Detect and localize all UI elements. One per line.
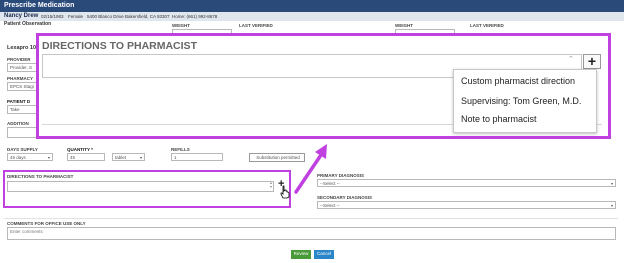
quantity-label: QUANTITY * [67, 147, 93, 152]
patient-dob: 02/15/1983 [41, 14, 64, 19]
comments-input[interactable] [7, 227, 616, 240]
window-title: Prescribe Medication [0, 0, 624, 12]
last-verified-label: LAST VERIFIED [239, 23, 273, 28]
cancel-button[interactable]: Cancel [314, 250, 334, 259]
review-button[interactable]: Review [291, 250, 311, 259]
scroll-arrows-icon[interactable]: ▴ ▾ [270, 181, 272, 189]
plus-icon: + [587, 53, 597, 69]
patient-name: Nancy Drew [4, 13, 39, 19]
quantity-input[interactable]: 45 [67, 153, 105, 161]
menu-item-supervising[interactable]: Supervising: Tom Green, M.D. [461, 96, 581, 106]
secondary-diagnosis-label: SECONDARY DIAGNOSIS [317, 195, 373, 200]
divider [4, 218, 618, 219]
patient-address: 5400 Blanco Drive Bakersfield, CA 93307 [87, 14, 170, 19]
secondary-diagnosis-select[interactable]: --Select -- ▾ [317, 201, 616, 209]
drug-name: Lexapro 10 [7, 45, 37, 51]
pharmacy-field[interactable]: EPCS Stagi [7, 82, 37, 91]
chevron-down-icon: ▾ [47, 155, 50, 160]
days-supply-select[interactable]: 45 days ▾ [7, 153, 53, 161]
chevron-down-icon: ▾ [610, 181, 613, 186]
chevron-up-icon[interactable]: ⌃ [568, 56, 574, 63]
refills-label: REFILLS [171, 147, 190, 152]
days-supply-label: DAYS SUPPLY [7, 147, 38, 152]
unit-value: tablet [115, 155, 127, 160]
directions-input[interactable] [7, 181, 274, 192]
hand-cursor-icon [280, 185, 290, 199]
popup-title: DIRECTIONS TO PHARMACIST [42, 40, 197, 52]
secondary-diagnosis-value: --Select -- [320, 203, 340, 208]
pharmacy-label: PHARMACY [7, 76, 34, 81]
unit-select[interactable]: tablet ▾ [112, 153, 145, 161]
patient-phone: Home: (661) 992-8678 [172, 14, 218, 19]
weight-label-2: WEIGHT [395, 23, 413, 28]
patient-gender: Female [68, 14, 84, 19]
patient-bar: Nancy Drew 02/15/1983 Female 5400 Blanco… [0, 12, 624, 21]
primary-diagnosis-select[interactable]: --Select -- ▾ [317, 179, 616, 187]
popup-add-button[interactable]: + [583, 54, 601, 69]
provider-field[interactable]: Provider, S [7, 63, 37, 72]
annotation-arrow [293, 140, 333, 195]
comments-label: COMMENTS FOR OFFICE USE ONLY [7, 221, 86, 226]
patient-directions-field[interactable]: Take [7, 105, 37, 114]
provider-label: PROVIDER [7, 57, 31, 62]
menu-item-custom-direction[interactable]: Custom pharmacist direction [461, 76, 575, 86]
last-verified-label-2: LAST VERIFIED [470, 23, 504, 28]
refills-input[interactable]: 1 [171, 153, 223, 161]
directions-dropdown-menu: Custom pharmacist direction Supervising:… [453, 69, 597, 133]
directions-label: DIRECTIONS TO PHARMACIST [7, 174, 74, 179]
additional-field[interactable] [7, 127, 37, 138]
menu-item-note-to-pharmacist[interactable]: Note to pharmacist [461, 114, 537, 124]
chevron-down-icon: ▾ [139, 155, 142, 160]
additional-label: ADDITION [7, 121, 29, 126]
observation-heading: Patient Observation [4, 21, 52, 27]
weight-label: WEIGHT [172, 23, 190, 28]
days-supply-value: 45 days [10, 155, 26, 160]
chevron-down-icon: ▾ [610, 203, 613, 208]
patient-directions-label: PATIENT D [7, 99, 31, 104]
